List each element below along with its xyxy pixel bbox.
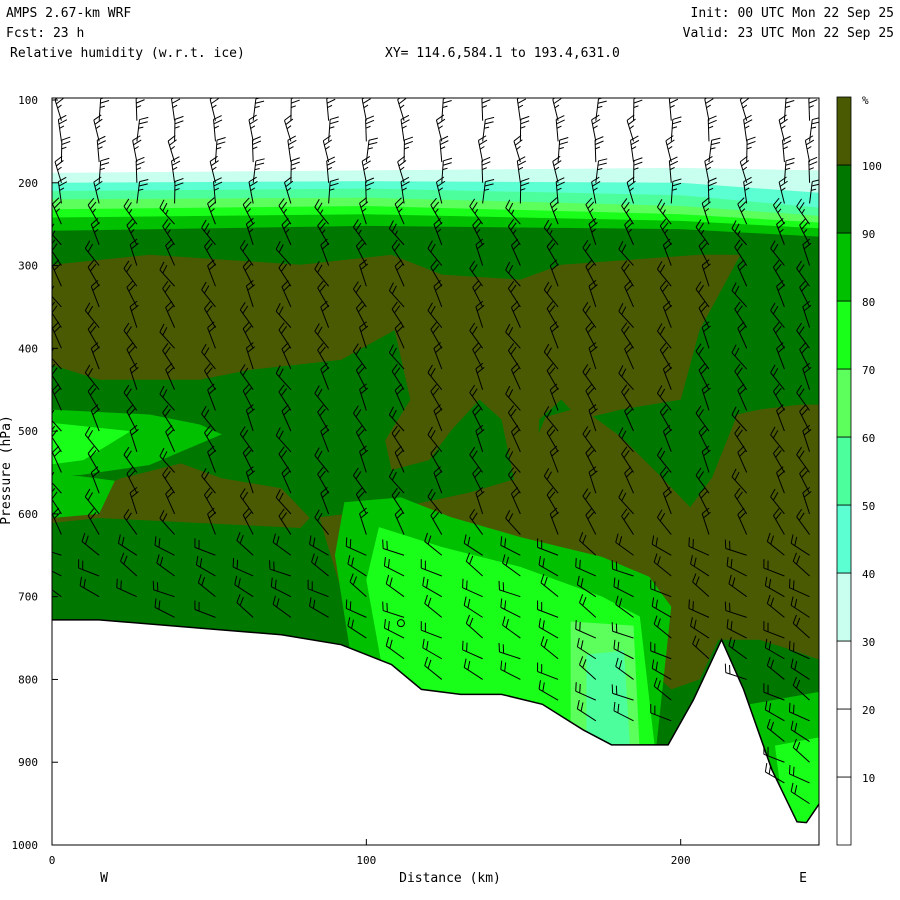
colorbar-label: 10 [862,772,875,785]
y-tick-label: 700 [18,591,38,604]
y-tick-label: 400 [18,342,38,355]
colorbar-swatch [836,572,852,642]
y-tick-label: 100 [18,94,38,107]
model-title: AMPS 2.67-km WRF [6,6,131,21]
cross-section-chart: AMPS 2.67-km WRF Fcst: 23 h Relative hum… [0,6,895,886]
colorbar-label: 60 [862,432,875,445]
colorbar-swatch [836,504,852,574]
colorbar-swatch [836,640,852,710]
east-label: E [799,871,807,886]
x-tick-label: 0 [49,854,56,867]
y-tick-label: 200 [18,177,38,190]
colorbar-swatch [836,96,852,166]
colorbar-label: 70 [862,364,875,377]
forecast-hour: Fcst: 23 h [6,26,84,41]
xy-range: XY= 114.6,584.1 to 193.4,631.0 [385,46,620,61]
colorbar-swatch [836,368,852,438]
plot-area [52,98,819,845]
field-name: Relative humidity (w.r.t. ice) [10,46,245,61]
colorbar-swatch [836,436,852,506]
colorbar-label: 50 [862,500,875,513]
y-tick-label: 300 [18,260,38,273]
colorbar-swatch [836,164,852,234]
y-tick-label: 1000 [12,839,39,852]
y-tick-label: 600 [18,508,38,521]
y-tick-label: 900 [18,756,38,769]
y-tick-label: 800 [18,673,38,686]
colorbar-unit: % [862,94,869,107]
colorbar-label: 100 [862,160,882,173]
colorbar-label: 80 [862,296,875,309]
colorbar-swatch [836,776,852,846]
x-tick-label: 100 [356,854,376,867]
y-axis-label: Pressure (hPa) [0,415,14,525]
colorbar-label: 30 [862,636,875,649]
y-tick-label: 500 [18,425,38,438]
colorbar: 10 20 30 40 50 60 70 80 90 100% [836,94,882,846]
colorbar-label: 20 [862,704,875,717]
colorbar-label: 40 [862,568,875,581]
valid-time: Valid: 23 UTC Mon 22 Sep 25 [683,26,894,41]
west-label: W [100,871,108,886]
init-time: Init: 00 UTC Mon 22 Sep 25 [691,6,895,21]
colorbar-swatch [836,708,852,778]
x-axis-label: Distance (km) [399,871,501,886]
x-tick-label: 200 [671,854,691,867]
colorbar-swatch [836,300,852,370]
colorbar-label: 90 [862,228,875,241]
colorbar-swatch [836,232,852,302]
